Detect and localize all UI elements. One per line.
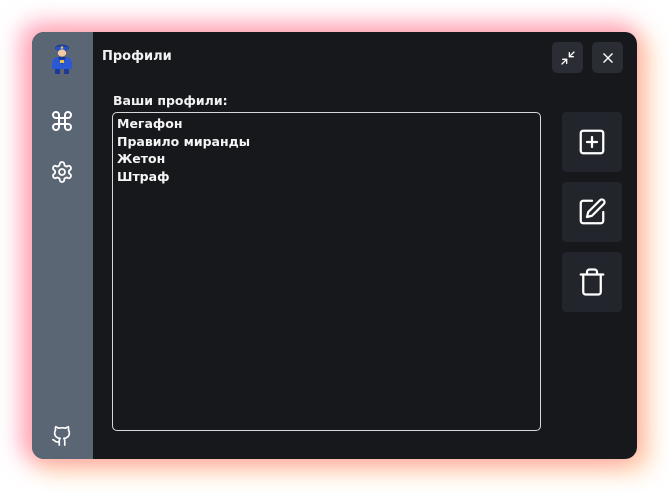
list-item[interactable]: Штраф	[113, 168, 540, 186]
profiles-label: Ваши профили:	[113, 93, 228, 108]
close-icon	[601, 51, 615, 65]
profiles-listbox[interactable]: Мегафон Правило миранды Жетон Штраф	[112, 112, 541, 431]
sidebar	[32, 32, 93, 459]
edit-profile-button[interactable]	[562, 182, 622, 242]
gear-icon[interactable]	[47, 157, 77, 187]
police-officer-avatar-icon[interactable]	[47, 44, 77, 74]
collapse-arrows-icon	[560, 50, 576, 66]
app-window: Профили Ваши профили: Мегафон Правило ми…	[32, 32, 637, 459]
plus-square-icon	[577, 127, 607, 157]
command-icon[interactable]	[47, 106, 77, 136]
collapse-button[interactable]	[552, 42, 583, 73]
github-icon[interactable]	[47, 421, 77, 451]
delete-profile-button[interactable]	[562, 252, 622, 312]
list-item[interactable]: Правило миранды	[113, 133, 540, 151]
list-item[interactable]: Жетон	[113, 150, 540, 168]
add-profile-button[interactable]	[562, 112, 622, 172]
edit-icon	[577, 197, 607, 227]
window-title: Профили	[102, 49, 172, 64]
close-button[interactable]	[592, 42, 623, 73]
trash-icon	[577, 267, 607, 297]
list-item[interactable]: Мегафон	[113, 115, 540, 133]
